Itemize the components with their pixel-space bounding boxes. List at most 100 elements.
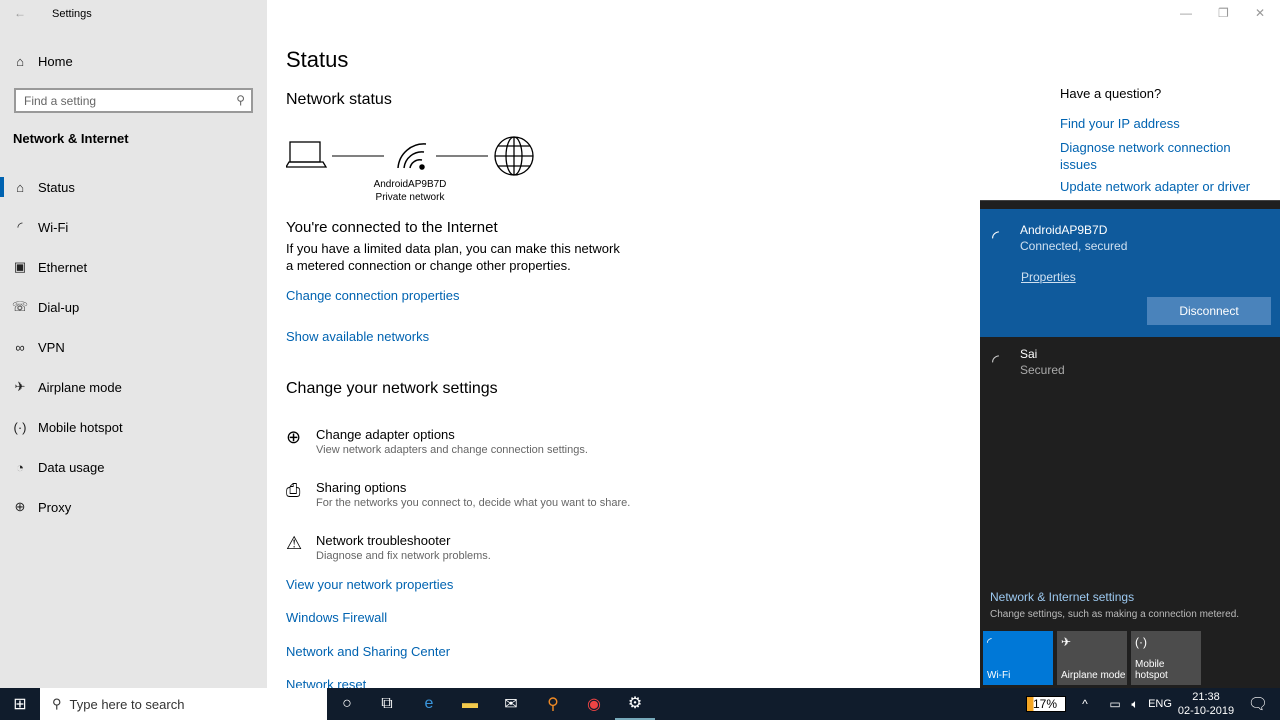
show-available-networks-link[interactable]: Show available networks [286, 329, 429, 344]
option-title: Change adapter options [316, 427, 455, 442]
change-settings-heading: Change your network settings [286, 380, 498, 397]
sidebar-item-vpn[interactable]: ∞ VPN [0, 327, 267, 367]
airplane-icon: ✈ [14, 379, 26, 394]
battery-indicator[interactable]: 17% [1026, 696, 1066, 712]
sidebar-item-ethernet[interactable]: ▣ Ethernet [0, 247, 267, 287]
view-network-properties-link[interactable]: View your network properties [286, 577, 453, 592]
airplane-mode-tile[interactable]: ✈ Airplane mode [1057, 631, 1127, 685]
current-network-status: Connected, secured [1020, 239, 1128, 253]
windows-icon: ⊞ [13, 696, 27, 713]
sidebar-item-airplane-mode[interactable]: ✈ Airplane mode [0, 367, 267, 407]
power-icon[interactable]: ▭ [1104, 688, 1126, 720]
properties-link[interactable]: Properties [1021, 270, 1076, 284]
time: 21:38 [1192, 691, 1220, 703]
globe-icon [494, 136, 534, 176]
tile-label: Airplane mode [1061, 670, 1126, 681]
mobile-hotspot-tile[interactable]: (·) Mobile hotspot [1131, 631, 1201, 685]
network-settings-link[interactable]: Network & Internet settings [990, 590, 1134, 604]
sidebar-item-label: Proxy [38, 499, 72, 515]
sidebar-item-label: Airplane mode [38, 379, 122, 395]
laptop-icon [286, 141, 328, 168]
home-icon: ⌂ [16, 53, 24, 69]
sidebar-item-proxy[interactable]: ⊕ Proxy [0, 487, 267, 527]
wifi-icon: ◜ [987, 635, 992, 649]
network-diagram [286, 136, 534, 176]
connected-desc: If you have a limited data plan, you can… [286, 241, 620, 273]
current-network[interactable]: ◜ AndroidAP9B7D Connected, secured Prope… [980, 209, 1280, 337]
sidebar-item-status[interactable]: ⌂ Status [0, 167, 267, 207]
close-button[interactable]: ✕ [1255, 6, 1265, 20]
cortana-button[interactable]: ○ [327, 688, 367, 720]
disconnect-button[interactable]: Disconnect [1147, 297, 1271, 325]
wifi-icon: ◜ [17, 219, 23, 234]
change-adapter-options[interactable]: ⊕ Change adapter options View network adap… [286, 427, 588, 456]
network-sharing-center-link[interactable]: Network and Sharing Center [286, 644, 450, 659]
back-button[interactable]: ← [14, 6, 26, 20]
clock[interactable]: 21:38 02-10-2019 [1176, 690, 1236, 718]
search-icon: ⚲ [236, 93, 245, 107]
search-placeholder: Find a setting [24, 94, 97, 108]
edge-icon[interactable]: e [409, 688, 449, 720]
diagnose-link[interactable]: Diagnose network connection issues [1060, 139, 1250, 173]
sidebar-item-dial-up[interactable]: ☏ Dial-up [0, 287, 267, 327]
minimize-button[interactable]: — [1180, 6, 1192, 20]
tile-label: Wi-Fi [987, 670, 1011, 681]
adapter-icon: ⊕ [286, 427, 302, 447]
taskbar-search-placeholder: Type here to search [69, 696, 185, 712]
sidebar-item-wi-fi[interactable]: ◜ Wi-Fi [0, 207, 267, 247]
sidebar-item-label: Wi-Fi [38, 219, 69, 235]
wifi-icon: ◜ [992, 227, 999, 247]
start-button[interactable]: ⊞ [0, 688, 40, 720]
maximize-button[interactable]: ❐ [1218, 6, 1229, 20]
file-explorer-icon[interactable]: ▬ [450, 688, 490, 720]
update-adapter-link[interactable]: Update network adapter or driver [1060, 179, 1250, 194]
home-label: Home [38, 53, 73, 69]
chrome-icon[interactable]: ◉ [574, 688, 614, 720]
data-usage-icon: ◔ [16, 459, 24, 475]
action-center-icon[interactable]: 🗨︎ [1238, 688, 1278, 720]
airplane-icon: ✈ [1061, 635, 1072, 649]
sharing-options[interactable]: ⎙ Sharing options For the networks you con… [286, 480, 630, 509]
hotspot-icon: (·) [13, 419, 27, 435]
search-app-icon[interactable]: ⚲ [533, 688, 573, 720]
page-title: Status [286, 47, 349, 72]
volume-icon[interactable]: 🔈︎ [1124, 688, 1146, 720]
help-title: Have a question? [1060, 86, 1162, 101]
sidebar-item-label: Ethernet [38, 259, 88, 275]
mail-icon[interactable]: ✉ [491, 688, 531, 720]
ethernet-icon: ▣ [13, 259, 27, 274]
network-name: AndroidAP9B7D [373, 179, 447, 190]
wifi-tile[interactable]: ◜ Wi-Fi [983, 631, 1053, 685]
dialup-icon: ☏ [11, 299, 29, 314]
task-view-button[interactable]: ⧉ [367, 688, 407, 720]
settings-app-icon[interactable]: ⚙ [615, 688, 655, 720]
show-hidden-icons[interactable]: ^ [1075, 688, 1095, 720]
taskbar-search[interactable]: ⚲ Type here to search [40, 688, 327, 720]
sidebar-item-label: Status [38, 179, 75, 195]
date: 02-10-2019 [1177, 705, 1235, 717]
sidebar-item-label: Dial-up [38, 299, 80, 315]
network-status-heading: Network status [286, 91, 392, 108]
warning-icon: ⚠ [286, 533, 303, 553]
section-heading: Network & Internet [13, 131, 129, 146]
sidebar-item-home[interactable]: ⌂ Home [0, 41, 267, 81]
network-type: Private network [375, 192, 445, 203]
title-bar: ← Settings — ❐ ✕ [0, 0, 1280, 28]
search-input[interactable]: Find a setting ⚲ [14, 88, 253, 113]
tile-label: Mobile hotspot [1135, 659, 1168, 681]
taskbar: ⊞ ⚲ Type here to search ○ ⧉ e ▬ ✉ ⚲ ◉ ⚙ 1… [0, 688, 1280, 720]
network-reset-link[interactable]: Network reset [286, 677, 366, 688]
language-indicator[interactable]: ENG [1148, 688, 1172, 720]
windows-firewall-link[interactable]: Windows Firewall [286, 610, 387, 625]
option-title: Network troubleshooter [316, 533, 451, 548]
sidebar-item-label: Data usage [38, 459, 105, 475]
wifi-icon: ◜ [992, 351, 999, 371]
option-desc: For the networks you connect to, decide … [316, 497, 631, 509]
network-troubleshooter[interactable]: ⚠ Network troubleshooter Diagnose and fix … [286, 533, 491, 562]
network-item[interactable]: ◜ Sai Secured [980, 341, 1280, 386]
option-title: Sharing options [316, 480, 407, 495]
sidebar-item-mobile-hotspot[interactable]: (·) Mobile hotspot [0, 407, 267, 447]
change-connection-properties-link[interactable]: Change connection properties [286, 288, 459, 303]
find-ip-link[interactable]: Find your IP address [1060, 116, 1180, 131]
sidebar-item-data-usage[interactable]: ◔ Data usage [0, 447, 267, 487]
